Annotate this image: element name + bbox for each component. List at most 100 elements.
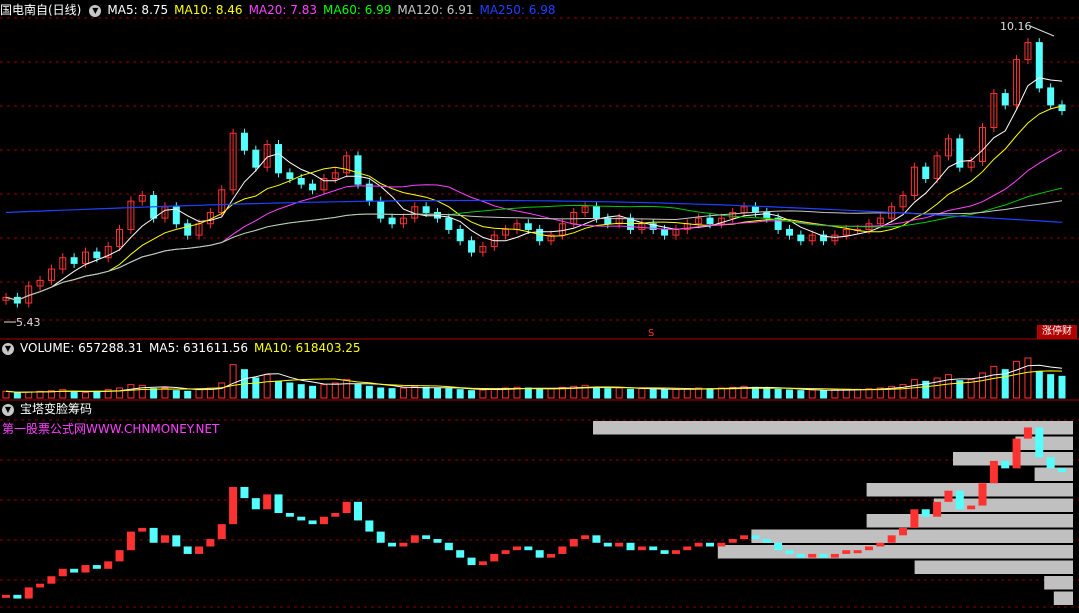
tower-bar bbox=[887, 535, 896, 543]
volume-bar bbox=[195, 388, 203, 399]
tower-bar bbox=[1058, 468, 1066, 473]
candle-body bbox=[433, 211, 441, 219]
candle-body bbox=[309, 183, 317, 191]
volume-bar bbox=[649, 388, 657, 399]
volume-bar bbox=[365, 385, 373, 399]
volume-bar bbox=[13, 392, 21, 399]
volume-bar bbox=[399, 387, 407, 399]
volume-bar bbox=[388, 388, 396, 399]
volume-value-2: MA10: 618403.25 bbox=[253, 341, 361, 355]
tower-bar bbox=[138, 527, 147, 532]
candle-body bbox=[70, 257, 78, 264]
tower-bar bbox=[376, 531, 385, 543]
volume-bar bbox=[1058, 375, 1066, 399]
volume-bar bbox=[275, 380, 283, 399]
high-price-pointer bbox=[1029, 25, 1055, 37]
tower-bar bbox=[581, 535, 590, 540]
tower-bar bbox=[1023, 427, 1032, 439]
tower-bar bbox=[1001, 460, 1010, 469]
volume-value-0: VOLUME: 657288.31 bbox=[20, 341, 143, 355]
volume-bar bbox=[2, 390, 10, 399]
volume-bar bbox=[661, 389, 669, 399]
tower-bar bbox=[240, 486, 249, 499]
tower-bar bbox=[342, 501, 351, 513]
watermark: 第一股票公式网WWW.CHNMONEY.NET bbox=[2, 422, 220, 436]
tower-bar bbox=[229, 486, 238, 525]
tower-bar bbox=[955, 490, 964, 510]
volume-bar bbox=[377, 387, 385, 399]
volume-bar bbox=[81, 392, 89, 399]
tower-bar bbox=[717, 542, 726, 547]
collapse-icon[interactable]: ▼ bbox=[2, 342, 14, 355]
main-header: 国电南自(日线) ▼ MA5: 8.75 MA10: 8.46 MA20: 7.83 MA… bbox=[0, 1, 568, 19]
volume-bar bbox=[683, 388, 691, 399]
volume-bar bbox=[627, 388, 635, 399]
tower-bar bbox=[626, 542, 635, 551]
tower-bar bbox=[740, 535, 749, 540]
tower-bar bbox=[808, 553, 817, 558]
tower-bar bbox=[70, 568, 79, 573]
volume-bar bbox=[808, 389, 816, 399]
tower-bar bbox=[319, 516, 328, 525]
chart-title: 国电南自(日线) bbox=[0, 3, 82, 17]
tower-bar bbox=[160, 535, 169, 543]
collapse-icon[interactable]: ▼ bbox=[89, 4, 102, 17]
volume-bar bbox=[354, 384, 362, 399]
tower-bar bbox=[774, 542, 783, 551]
volume-bar bbox=[933, 377, 941, 399]
volume-bar bbox=[717, 387, 725, 399]
candle-body bbox=[468, 240, 476, 253]
tower-bar bbox=[172, 535, 181, 547]
chip-bar bbox=[914, 560, 1073, 574]
tower-bar bbox=[989, 460, 998, 484]
volume-bar bbox=[184, 390, 192, 399]
tower-bar bbox=[660, 550, 669, 554]
tower-bar bbox=[183, 546, 192, 554]
chart-canvas: S bbox=[0, 17, 1079, 608]
collapse-icon[interactable]: ▼ bbox=[2, 403, 14, 416]
tower-bar bbox=[1046, 457, 1055, 469]
ma-value-1: MA10: 8.46 bbox=[174, 3, 243, 17]
candle-body bbox=[388, 217, 396, 225]
candle-body bbox=[252, 149, 260, 168]
tower-bar bbox=[24, 587, 33, 599]
candle-body bbox=[797, 234, 805, 242]
volume-bar bbox=[331, 382, 339, 399]
volume-bar bbox=[127, 384, 135, 399]
tower-bar bbox=[762, 539, 771, 543]
candle-body bbox=[922, 166, 930, 179]
volume-bar bbox=[536, 388, 544, 399]
candle-body bbox=[1058, 104, 1066, 112]
candle-body bbox=[1001, 93, 1009, 106]
volume-bar bbox=[490, 388, 498, 399]
tower-bar bbox=[876, 542, 885, 547]
tower-bar bbox=[978, 483, 987, 506]
volume-value-1: MA5: 631611.56 bbox=[149, 341, 248, 355]
ma-value-2: MA20: 7.83 bbox=[248, 3, 317, 17]
volume-ma10-line bbox=[5, 370, 1063, 393]
tower-bar bbox=[830, 553, 839, 558]
candle-body bbox=[377, 200, 385, 219]
indicator-title: 宝塔变脸筹码 bbox=[20, 402, 93, 416]
volume-bar bbox=[172, 390, 180, 399]
volume-bar bbox=[820, 390, 828, 399]
chip-bar bbox=[1053, 591, 1073, 605]
candle-body bbox=[456, 228, 464, 242]
ma-value-4: MA120: 6.91 bbox=[397, 3, 474, 17]
badge[interactable]: 涨停财 bbox=[1037, 325, 1077, 339]
candle-body bbox=[1047, 87, 1055, 106]
tower-bar bbox=[751, 535, 760, 540]
candle-body bbox=[240, 132, 248, 151]
volume-bar bbox=[286, 382, 294, 399]
candle-body bbox=[592, 206, 600, 219]
candle-body bbox=[93, 251, 101, 259]
tower-bar bbox=[331, 513, 340, 517]
tower-bar bbox=[796, 553, 805, 558]
volume-bar bbox=[297, 384, 305, 399]
chip-bar bbox=[593, 421, 1073, 435]
volume-bar bbox=[990, 365, 998, 399]
volume-bar bbox=[150, 388, 158, 399]
tower-bar bbox=[195, 546, 204, 554]
volume-bar bbox=[1047, 374, 1055, 399]
volume-bar bbox=[944, 374, 952, 399]
